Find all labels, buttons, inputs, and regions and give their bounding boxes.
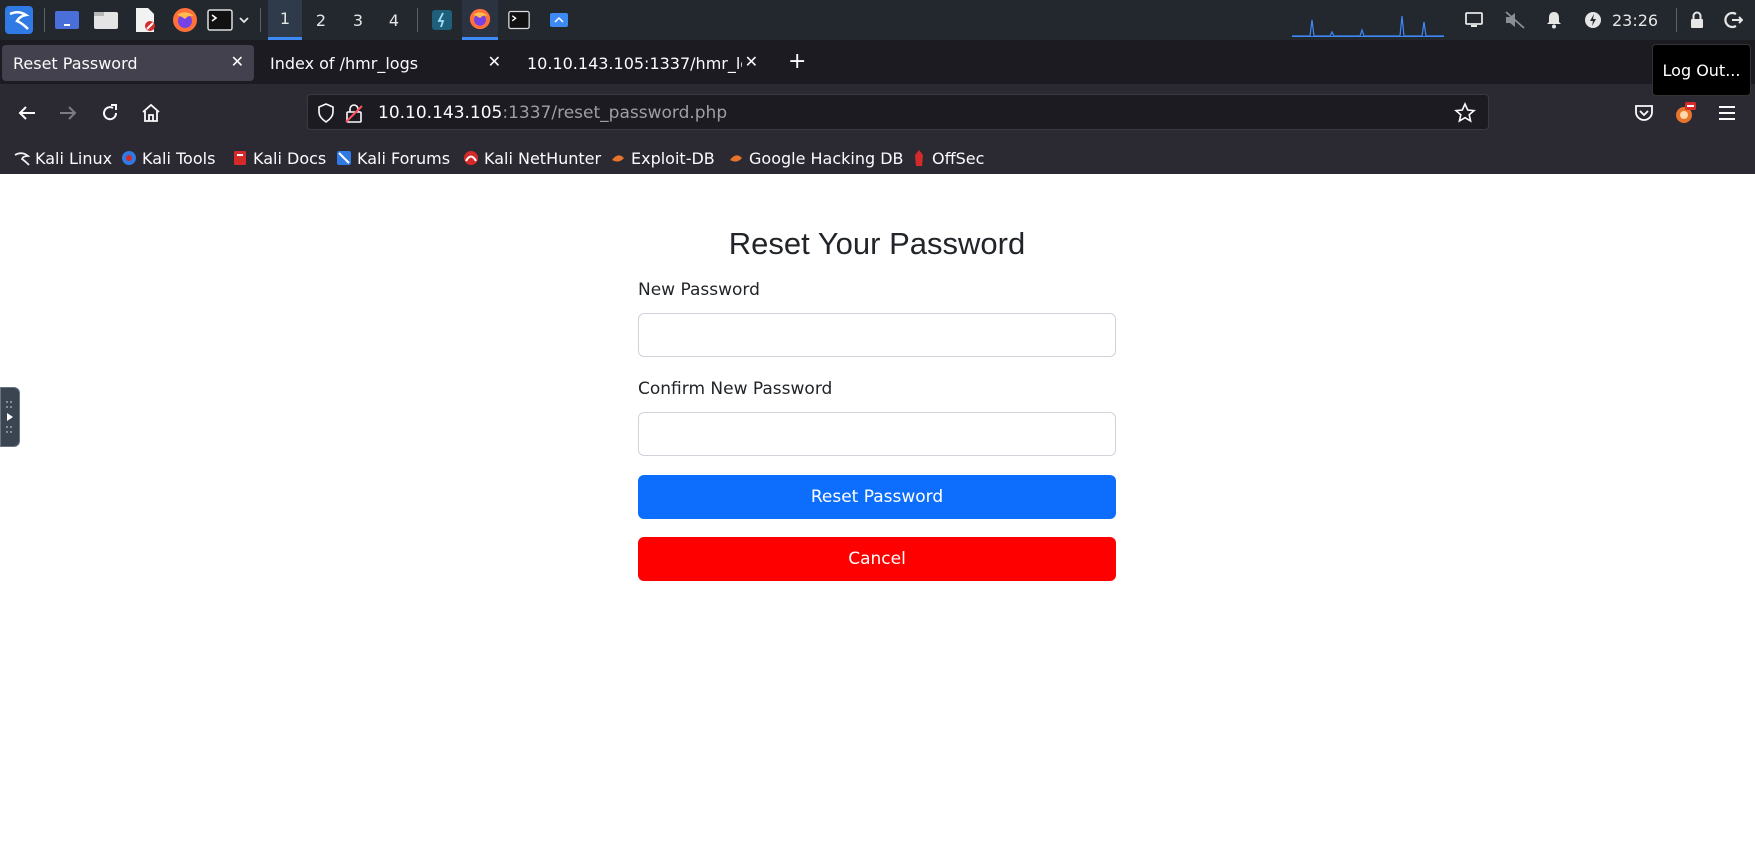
page-content: Reset Your Password New Password Confirm… [0, 174, 1755, 857]
taskbar-app-home[interactable] [541, 0, 577, 40]
bookmark-star-icon[interactable] [1454, 102, 1476, 128]
reset-password-button-label: Reset Password [810, 487, 944, 507]
logout-tooltip: Log Out... [1652, 44, 1751, 96]
logout-icon[interactable] [1718, 4, 1748, 36]
menu-hamburger-icon[interactable] [1713, 99, 1741, 127]
taskbar-app-burp[interactable] [424, 0, 460, 40]
workspace-4[interactable]: 4 [377, 0, 411, 40]
tab-title: 10.10.143.105:1337/hmr_logs [527, 53, 742, 73]
nethunter-icon [463, 150, 479, 166]
offsec-icon [911, 150, 927, 166]
workspace-2[interactable]: 2 [304, 0, 338, 40]
cancel-button[interactable]: Cancel [638, 537, 1116, 581]
new-password-label: New Password [638, 280, 760, 300]
volume-muted-icon[interactable] [1502, 4, 1528, 36]
notification-bell-icon[interactable] [1543, 4, 1565, 36]
new-tab-button[interactable]: + [788, 51, 806, 73]
close-icon[interactable]: ✕ [231, 52, 244, 71]
terminal-icon[interactable] [206, 4, 234, 36]
url-text[interactable]: 10.10.143.105:1337/reset_password.php [378, 103, 727, 123]
bookmark-kali-docs[interactable]: Kali Docs [232, 145, 326, 171]
show-desktop-icon[interactable] [52, 4, 82, 36]
tab-title: Index of /hmr_logs [270, 53, 419, 73]
workspace-label: 3 [352, 10, 364, 30]
bookmark-label: Kali Forums [357, 148, 451, 168]
workspace-label: 1 [279, 9, 291, 28]
page-title: Reset Your Password [728, 226, 1026, 261]
text-editor-icon[interactable] [130, 4, 160, 36]
reset-password-button[interactable]: Reset Password [638, 475, 1116, 519]
insecure-lock-icon[interactable] [345, 103, 363, 127]
bookmark-kali-forums[interactable]: Kali Forums [336, 145, 450, 171]
bookmark-kali-linux[interactable]: Kali Linux [14, 145, 112, 171]
lock-screen-icon[interactable] [1686, 4, 1708, 36]
bookmarks-toolbar: Kali Linux Kali Tools Kali Docs Kali For… [0, 142, 1755, 174]
kali-menu-icon[interactable] [2, 4, 36, 36]
bookmark-kali-tools[interactable]: Kali Tools [121, 145, 215, 171]
kali-docs-icon [232, 150, 248, 166]
bookmark-label: OffSec [932, 148, 985, 168]
workspace-1[interactable]: 1 [268, 0, 302, 40]
kali-dragon-icon [14, 150, 30, 166]
new-password-input[interactable] [638, 313, 1116, 357]
tab-title: Reset Password [13, 53, 138, 73]
kali-tools-icon [121, 150, 137, 166]
confirm-password-input[interactable] [638, 412, 1116, 456]
shield-icon[interactable] [317, 103, 335, 127]
kali-forums-icon [336, 150, 352, 166]
reload-button[interactable] [96, 99, 124, 127]
address-bar[interactable]: 10.10.143.105:1337/reset_password.php [307, 94, 1489, 130]
home-button[interactable] [137, 99, 165, 127]
bookmark-exploit-db[interactable]: Exploit-DB [610, 145, 715, 171]
pocket-button[interactable] [1630, 99, 1658, 127]
close-icon[interactable]: ✕ [488, 52, 501, 71]
url-host: 10.10.143.105 [378, 103, 503, 123]
tab-index-hmr-logs[interactable]: Index of /hmr_logs ✕ [259, 45, 511, 81]
close-icon[interactable]: ✕ [745, 52, 758, 71]
tab-reset-password[interactable]: Reset Password ✕ [2, 45, 254, 81]
back-button[interactable] [13, 99, 41, 127]
bookmark-kali-nethunter[interactable]: Kali NetHunter [463, 145, 601, 171]
tab-strip: Reset Password ✕ Index of /hmr_logs ✕ 10… [0, 40, 1755, 84]
network-monitor-graph [1290, 2, 1446, 38]
workspace-label: 4 [388, 10, 400, 30]
clock[interactable]: 23:26 [1612, 0, 1658, 40]
url-path: :1337/reset_password.php [502, 103, 728, 123]
firefox-icon[interactable] [170, 4, 200, 36]
cancel-button-label: Cancel [848, 549, 906, 569]
navigation-toolbar: 10.10.143.105:1337/reset_password.php [0, 84, 1755, 142]
bookmark-offsec[interactable]: OffSec [911, 145, 984, 171]
tab-hmr-logs-url[interactable]: 10.10.143.105:1337/hmr_logs ✕ [516, 45, 768, 81]
taskbar: 1 2 3 4 23:26 [0, 0, 1755, 40]
workspace-label: 2 [315, 10, 327, 30]
bookmark-label: Kali Tools [142, 148, 216, 168]
ghdb-icon [728, 150, 744, 166]
workspace-3[interactable]: 3 [341, 0, 375, 40]
bookmark-label: Kali Linux [35, 148, 113, 168]
chevron-down-icon[interactable] [236, 4, 252, 36]
play-arrow-icon [6, 401, 13, 433]
extension-icon[interactable] [1671, 99, 1699, 127]
bookmark-label: Google Hacking DB [749, 148, 904, 168]
display-icon[interactable] [1462, 4, 1486, 36]
confirm-password-label: Confirm New Password [638, 379, 833, 399]
bookmark-label: Kali NetHunter [484, 148, 602, 168]
taskbar-app-terminal[interactable] [501, 0, 537, 40]
taskbar-app-firefox[interactable] [462, 0, 498, 40]
power-status-icon[interactable] [1582, 4, 1604, 36]
bookmark-label: Kali Docs [253, 148, 327, 168]
side-panel-handle[interactable] [0, 387, 20, 447]
exploit-db-icon [610, 150, 626, 166]
bookmark-label: Exploit-DB [631, 148, 715, 168]
file-manager-icon[interactable] [91, 4, 121, 36]
forward-button[interactable] [54, 99, 82, 127]
bookmark-google-hacking-db[interactable]: Google Hacking DB [728, 145, 904, 171]
